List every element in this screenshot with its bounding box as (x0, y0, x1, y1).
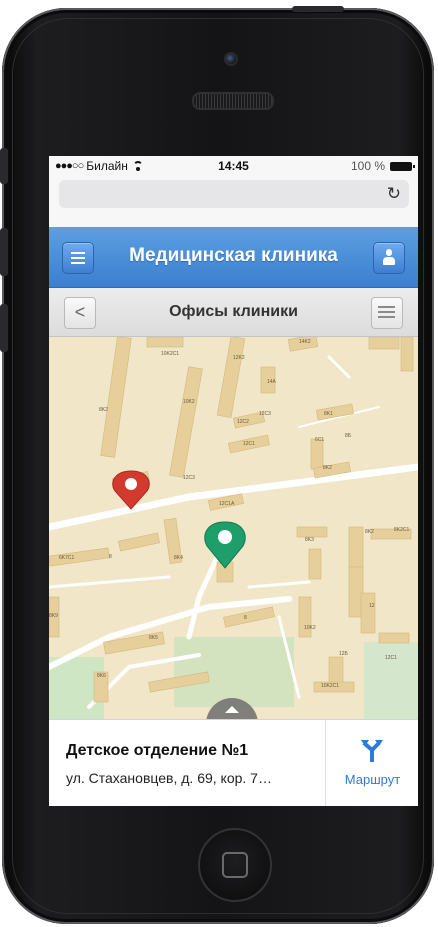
map-label: 12C3 (259, 411, 271, 417)
map-label: 8K6 (97, 673, 106, 679)
back-button[interactable]: < (64, 297, 96, 329)
expand-panel-button[interactable] (206, 698, 258, 719)
map-label: 12 (369, 603, 375, 609)
page-title: Офисы клиники (169, 303, 298, 320)
phone-screen: ●●●○○ Билайн 14:45 100 % ↻ Медицинская к… (49, 156, 418, 806)
user-icon (383, 249, 395, 267)
map-label: 8 (244, 615, 247, 621)
map-label: 8K2 (99, 407, 108, 413)
map-canvas[interactable]: 10K2C1 12K2 14K2 14A 8K2 10K2 12C2 12C3 … (49, 337, 418, 719)
map-label: 8K5 (149, 635, 158, 641)
earpiece-speaker (192, 92, 274, 110)
home-button[interactable] (198, 828, 272, 902)
wifi-icon (132, 161, 143, 171)
map-label: 14K2 (299, 339, 311, 345)
map-label: 8Б (345, 433, 352, 439)
profile-button[interactable] (373, 242, 405, 274)
red-marker-icon[interactable] (112, 470, 150, 510)
menu-icon (71, 252, 85, 264)
map-label: 12K2 (233, 355, 245, 361)
map-label: 12C1 (385, 655, 397, 661)
signal-strength: ●●●○○ (55, 160, 84, 172)
route-icon (361, 740, 383, 762)
map-label: 6C1 (315, 437, 324, 443)
map-label: 8K2 (365, 529, 374, 535)
list-view-button[interactable] (371, 297, 403, 329)
carrier-info: ●●●○○ Билайн (55, 159, 143, 173)
map-label: 12C3 (183, 475, 195, 481)
app-title: Медицинская клиника (129, 245, 338, 266)
park-area (364, 642, 418, 719)
sub-header: < Офисы клиники (49, 288, 418, 337)
park-area (174, 637, 294, 707)
office-name: Детское отделение №1 (66, 742, 249, 759)
map-label: 10K2 (183, 399, 195, 405)
power-button (292, 6, 344, 12)
map-label: 8K2C1 (394, 527, 410, 533)
buildings (49, 337, 414, 703)
map-label: 8K4 (174, 555, 183, 561)
route-label: Маршрут (344, 772, 401, 787)
office-info-panel[interactable]: Детское отделение №1 ул. Стахановцев, д.… (49, 719, 418, 806)
map-view[interactable]: 10K2C1 12K2 14K2 14A 8K2 10K2 12C2 12C3 … (49, 337, 418, 719)
reload-icon[interactable]: ↻ (387, 184, 401, 204)
address-bar[interactable]: ↻ (59, 180, 409, 208)
carrier-name: Билайн (86, 159, 128, 173)
status-time: 14:45 (218, 159, 249, 173)
office-address: ул. Стахановцев, д. 69, кор. 7… (66, 770, 272, 786)
map-label: 8 (109, 554, 112, 560)
map-label: 6K7C1 (59, 555, 75, 561)
phone-frame: ●●●○○ Билайн 14:45 100 % ↻ Медицинская к… (0, 6, 434, 924)
map-label: 12C1A (219, 501, 235, 507)
map-label: 8K9 (49, 613, 58, 619)
battery-icon (390, 161, 415, 171)
map-label: 10K2 (304, 625, 316, 631)
battery-percent: 100 % (350, 159, 385, 173)
map-label: 8K2 (323, 465, 332, 471)
status-bar: ●●●○○ Билайн 14:45 100 % (49, 156, 418, 176)
map-label: 10K2C1 (321, 683, 339, 689)
map-label: 8K3 (129, 479, 138, 485)
house-labels: 10K2C1 12K2 14K2 14A 8K2 10K2 12C2 12C3 … (49, 339, 410, 689)
map-label: 12C1 (243, 441, 255, 447)
volume-up-button (0, 228, 8, 276)
route-button[interactable]: Маршрут (325, 720, 418, 806)
battery-info: 100 % (350, 159, 415, 173)
map-label: 14A (267, 379, 277, 385)
app-header: Медицинская клиника (49, 227, 418, 288)
green-marker-icon[interactable] (204, 521, 246, 569)
map-label: 8K1 (324, 411, 333, 417)
list-icon (378, 306, 395, 319)
map-label: 8K3 (305, 537, 314, 543)
chevron-left-icon: < (74, 302, 86, 322)
map-label: 12Б (339, 651, 349, 657)
map-label: 10K2C1 (161, 351, 179, 357)
home-square-icon (222, 852, 248, 878)
volume-down-button (0, 304, 8, 352)
mute-switch (0, 148, 8, 184)
menu-button[interactable] (62, 242, 94, 274)
roads (49, 355, 418, 709)
park-area (49, 657, 104, 719)
front-camera (224, 52, 238, 66)
map-label: 12C2 (237, 419, 249, 425)
